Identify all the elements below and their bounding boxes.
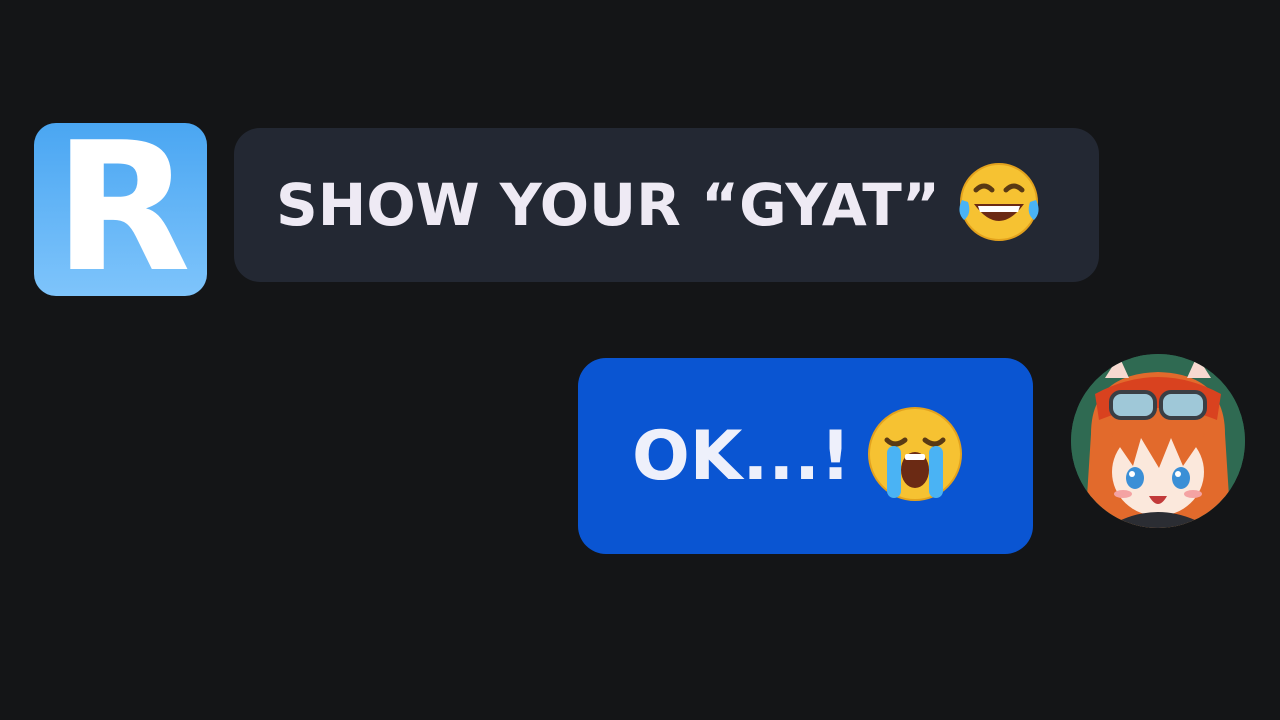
sender-app-avatar[interactable]: R xyxy=(34,123,207,296)
chat-screen: R SHOW YOUR “GYAT” OK...! xyxy=(0,0,1280,720)
face-with-tears-of-joy-icon xyxy=(954,160,1044,250)
outgoing-message-bubble[interactable]: OK...! xyxy=(578,358,1033,554)
incoming-message-text: SHOW YOUR “GYAT” xyxy=(276,171,940,239)
outgoing-message-text: OK...! xyxy=(632,416,852,496)
loudly-crying-face-icon xyxy=(865,404,965,508)
anime-character-avatar-icon xyxy=(1071,354,1245,528)
avatar-letter: R xyxy=(53,123,191,296)
user-avatar[interactable] xyxy=(1071,354,1245,528)
incoming-message-bubble[interactable]: SHOW YOUR “GYAT” xyxy=(234,128,1099,282)
